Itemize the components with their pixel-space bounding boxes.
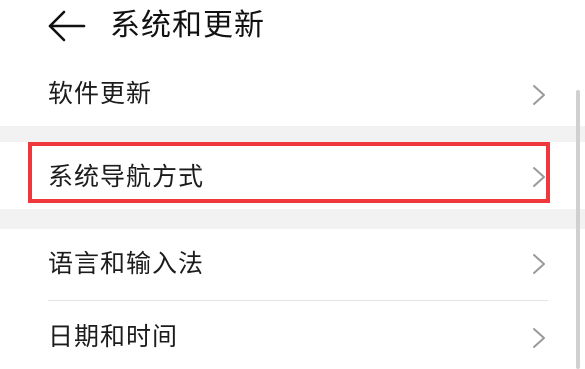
section-divider [0,126,585,142]
chevron-right-icon [532,327,546,349]
settings-item-label: 日期和时间 [48,322,179,351]
section-divider [0,209,585,229]
settings-item-language-input[interactable]: 语言和输入法 [0,229,560,301]
settings-page: 系统和更新 软件更新 系统导航方式 语言和输入法 日期和时间 [0,0,585,369]
header-bar: 系统和更新 [0,0,585,60]
settings-item-date-time[interactable]: 日期和时间 [0,301,560,369]
scrollbar[interactable] [576,90,580,369]
settings-item-label: 语言和输入法 [48,249,205,278]
settings-item-system-navigation[interactable]: 系统导航方式 [0,142,560,209]
chevron-right-icon [532,253,546,275]
chevron-right-icon [532,84,546,106]
page-title: 系统和更新 [110,8,265,43]
settings-item-label: 系统导航方式 [48,162,205,191]
settings-item-software-update[interactable]: 软件更新 [0,64,560,126]
chevron-right-icon [532,166,546,188]
settings-item-label: 软件更新 [48,79,153,108]
back-button[interactable] [44,6,88,46]
arrow-left-icon [48,10,86,42]
